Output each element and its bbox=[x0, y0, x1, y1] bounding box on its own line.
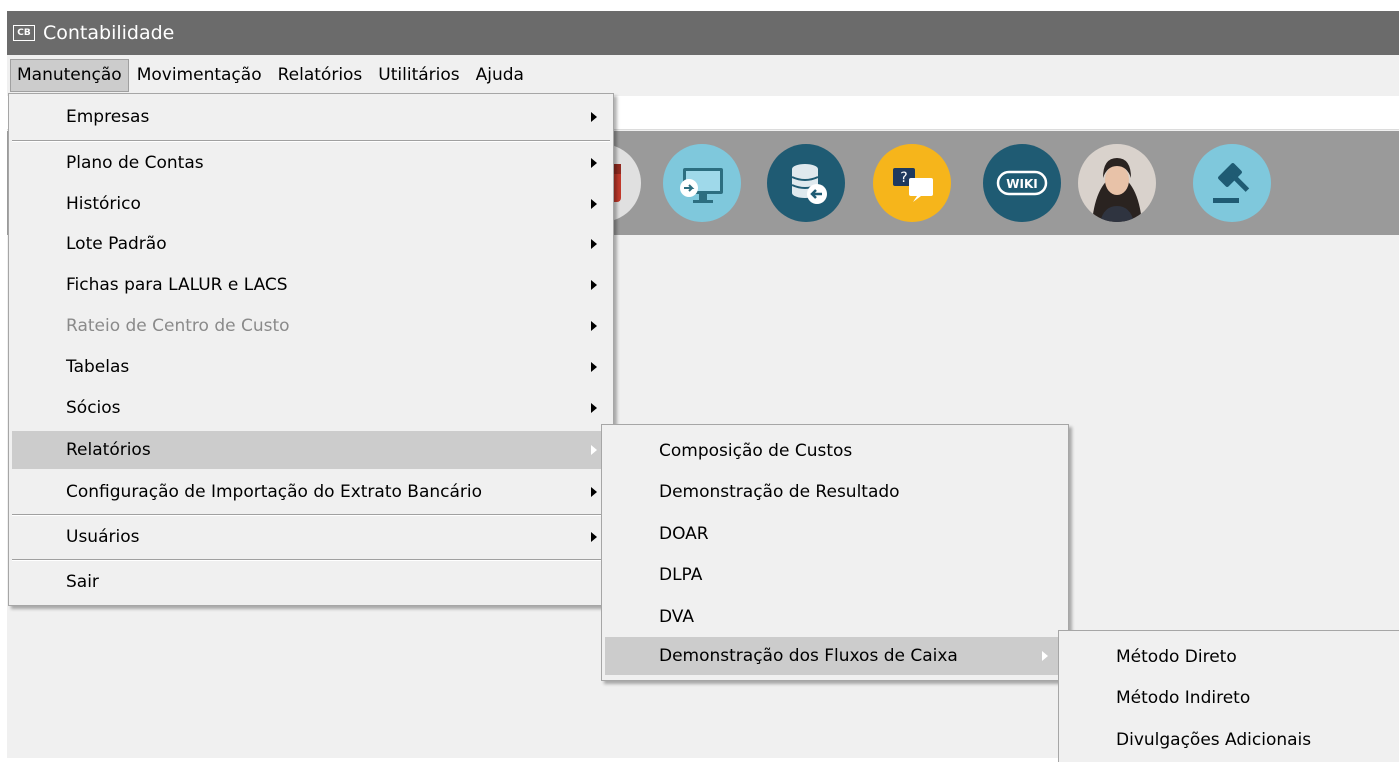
submenu-arrow-icon bbox=[591, 199, 597, 209]
menu-item-label: Método Direto bbox=[1116, 647, 1237, 667]
menu-item-config-importacao-extrato[interactable]: Configuração de Importação do Extrato Ba… bbox=[9, 473, 613, 511]
menu-separator bbox=[12, 559, 610, 561]
menu-item-label: Demonstração de Resultado bbox=[659, 482, 900, 502]
wiki-icon[interactable]: WIKI bbox=[983, 144, 1061, 222]
menu-item-dlpa[interactable]: DLPA bbox=[602, 555, 1068, 595]
menu-separator bbox=[12, 140, 610, 142]
menu-item-demonstracao-resultado[interactable]: Demonstração de Resultado bbox=[602, 472, 1068, 512]
app-logo-icon: CB bbox=[13, 25, 35, 41]
menu-item-dva[interactable]: DVA bbox=[602, 597, 1068, 637]
menu-bar: Manutenção Movimentação Relatórios Utili… bbox=[7, 55, 1399, 96]
menu-item-label: Sair bbox=[66, 572, 99, 592]
menu-item-rateio-centro-custo: Rateio de Centro de Custo bbox=[9, 307, 613, 345]
window-title: Contabilidade bbox=[43, 22, 175, 44]
gavel-icon[interactable] bbox=[1193, 144, 1271, 222]
menu-item-label: Plano de Contas bbox=[66, 153, 204, 173]
menu-item-label: DOAR bbox=[659, 524, 709, 544]
menu-item-fluxos-de-caixa[interactable]: Demonstração dos Fluxos de Caixa bbox=[605, 637, 1065, 675]
database-export-icon[interactable] bbox=[767, 144, 845, 222]
help-chat-icon[interactable]: ? bbox=[873, 144, 951, 222]
submenu-arrow-icon bbox=[591, 487, 597, 497]
submenu-arrow-icon bbox=[591, 321, 597, 331]
menu-item-usuarios[interactable]: Usuários bbox=[9, 518, 613, 556]
menu-item-plano-de-contas[interactable]: Plano de Contas bbox=[9, 144, 613, 182]
menu-item-label: Tabelas bbox=[66, 357, 130, 377]
svg-text:?: ? bbox=[900, 170, 907, 186]
menu-movimentacao[interactable]: Movimentação bbox=[129, 60, 270, 91]
submenu-arrow-icon bbox=[591, 158, 597, 168]
menu-item-label: DVA bbox=[659, 607, 694, 627]
menu-item-label: DLPA bbox=[659, 565, 703, 585]
relatorios-submenu: Composição de Custos Demonstração de Res… bbox=[601, 424, 1069, 681]
menu-item-label: Configuração de Importação do Extrato Ba… bbox=[66, 482, 483, 502]
assistant-avatar[interactable] bbox=[1078, 144, 1156, 222]
menu-item-historico[interactable]: Histórico bbox=[9, 185, 613, 223]
menu-item-label: Método Indireto bbox=[1116, 688, 1251, 708]
menu-item-label: Demonstração dos Fluxos de Caixa bbox=[659, 646, 958, 666]
menu-item-label: Relatórios bbox=[66, 440, 151, 460]
submenu-arrow-icon bbox=[591, 239, 597, 249]
menu-utilitarios[interactable]: Utilitários bbox=[370, 60, 467, 91]
menu-item-metodo-direto[interactable]: Método Direto bbox=[1059, 637, 1399, 677]
submenu-arrow-icon bbox=[591, 403, 597, 413]
svg-text:WIKI: WIKI bbox=[1006, 177, 1037, 191]
menu-item-composicao-custos[interactable]: Composição de Custos bbox=[602, 431, 1068, 471]
menu-item-label: Usuários bbox=[66, 527, 140, 547]
fluxos-caixa-submenu: Método Direto Método Indireto Divulgaçõe… bbox=[1058, 630, 1399, 762]
menu-item-label: Empresas bbox=[66, 107, 150, 127]
menu-item-label: Lote Padrão bbox=[66, 234, 167, 254]
menu-manutencao[interactable]: Manutenção bbox=[10, 59, 129, 92]
menu-item-label: Histórico bbox=[66, 194, 141, 214]
menu-item-metodo-indireto[interactable]: Método Indireto bbox=[1059, 678, 1399, 718]
menu-item-sair[interactable]: Sair bbox=[9, 563, 613, 601]
submenu-arrow-icon bbox=[1042, 651, 1048, 661]
menu-item-tabelas[interactable]: Tabelas bbox=[9, 348, 613, 386]
monitor-import-icon[interactable] bbox=[663, 144, 741, 222]
menu-item-label: Rateio de Centro de Custo bbox=[66, 316, 290, 336]
menu-item-label: Fichas para LALUR e LACS bbox=[66, 275, 288, 295]
submenu-arrow-icon bbox=[591, 445, 597, 455]
manutencao-dropdown: Empresas Plano de Contas Histórico Lote … bbox=[8, 93, 614, 606]
submenu-arrow-icon bbox=[591, 362, 597, 372]
submenu-arrow-icon bbox=[591, 280, 597, 290]
menu-item-empresas[interactable]: Empresas bbox=[9, 98, 613, 136]
menu-item-divulgacoes-adicionais[interactable]: Divulgações Adicionais bbox=[1059, 720, 1399, 760]
menu-item-doar[interactable]: DOAR bbox=[602, 514, 1068, 554]
submenu-arrow-icon bbox=[591, 532, 597, 542]
menu-item-relatorios[interactable]: Relatórios bbox=[12, 431, 610, 469]
menu-ajuda[interactable]: Ajuda bbox=[468, 60, 532, 91]
menu-item-label: Sócios bbox=[66, 398, 121, 418]
menu-relatorios[interactable]: Relatórios bbox=[270, 60, 371, 91]
title-bar: CB Contabilidade bbox=[7, 11, 1399, 55]
menu-item-fichas-lalur-lacs[interactable]: Fichas para LALUR e LACS bbox=[9, 266, 613, 304]
menu-item-label: Divulgações Adicionais bbox=[1116, 730, 1312, 750]
menu-item-socios[interactable]: Sócios bbox=[9, 389, 613, 427]
menu-separator bbox=[12, 514, 610, 516]
submenu-arrow-icon bbox=[591, 112, 597, 122]
menu-item-label: Composição de Custos bbox=[659, 441, 853, 461]
menu-item-lote-padrao[interactable]: Lote Padrão bbox=[9, 225, 613, 263]
